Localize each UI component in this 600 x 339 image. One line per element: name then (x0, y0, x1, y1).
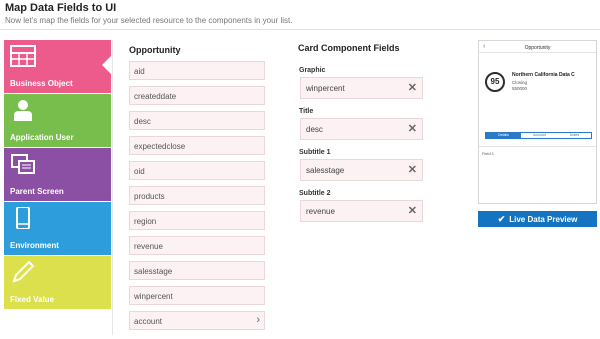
field-item[interactable]: products (129, 186, 265, 205)
preview-card-title: Northern California Data C (512, 72, 575, 78)
phone-icon (16, 207, 30, 229)
field-item[interactable]: revenue (129, 236, 265, 255)
field-label: winpercent (134, 292, 173, 301)
slot-value: salesstage (306, 166, 345, 175)
remove-icon[interactable]: ✕ (408, 81, 417, 94)
field-label: revenue (134, 242, 163, 251)
slot-subtitle-1[interactable]: salesstage ✕ (300, 159, 423, 181)
field-item[interactable]: desc (129, 111, 265, 130)
slot-label: Subtitle 2 (299, 190, 331, 197)
preview-title-bar: ‹ Opportunity (479, 41, 596, 53)
field-item[interactable]: region (129, 211, 265, 230)
remove-icon[interactable]: ✕ (408, 163, 417, 176)
card-fields-title: Card Component Fields (298, 43, 400, 53)
slot-label: Title (299, 108, 314, 115)
slot-label: Graphic (299, 67, 326, 74)
field-label: region (134, 217, 157, 226)
preview-card-subtitle-2: 550000 (512, 86, 528, 91)
slot-value: desc (306, 125, 323, 134)
preview-tab-notes: Notes (569, 133, 580, 137)
field-label: createddate (134, 92, 177, 101)
field-item[interactable]: expectedclose (129, 136, 265, 155)
source-label: Application User (10, 133, 74, 142)
page-title: Map Data Fields to UI (5, 2, 117, 14)
preview-card-subtitle-1: Closing (512, 80, 528, 85)
slot-subtitle-2[interactable]: revenue ✕ (300, 200, 423, 222)
source-parent-screen[interactable]: Parent Screen (4, 148, 111, 201)
slot-graphic[interactable]: winpercent ✕ (300, 77, 423, 99)
field-label: expectedclose (134, 142, 186, 151)
preview-tab-details: Details (486, 133, 521, 138)
source-environment[interactable]: Environment (4, 202, 111, 255)
source-fixed-value[interactable]: Fixed Value (4, 256, 111, 309)
preview-tab-account: Account (533, 133, 546, 137)
source-label: Environment (10, 241, 59, 250)
field-item[interactable]: aid (129, 61, 265, 80)
back-icon: ‹ (483, 43, 486, 50)
slot-value: winpercent (306, 84, 345, 93)
preview-screen-title: Opportunity (524, 45, 551, 51)
field-item[interactable]: oid (129, 161, 265, 180)
score-graphic: 95 (485, 72, 505, 92)
remove-icon[interactable]: ✕ (408, 122, 417, 135)
field-label: aid (134, 67, 145, 76)
live-data-preview-button[interactable]: ✔ Live Data Preview (478, 211, 597, 227)
field-label: oid (134, 167, 145, 176)
field-item-account[interactable]: account › (129, 311, 265, 330)
source-label: Parent Screen (10, 187, 64, 196)
source-label: Business Object (10, 79, 73, 88)
field-label: account (134, 317, 163, 326)
page-subtitle: Now let's map the fields for your select… (5, 16, 293, 25)
live-data-preview-label: Live Data Preview (509, 215, 578, 224)
chevron-right-icon[interactable]: › (256, 314, 260, 326)
slot-label: Subtitle 1 (299, 149, 331, 156)
source-business-object[interactable]: Business Object (4, 40, 111, 93)
remove-icon[interactable]: ✕ (408, 204, 417, 217)
preview-tabs: Details Account Notes (485, 132, 592, 139)
pencil-icon (12, 261, 35, 283)
header-divider (0, 29, 600, 30)
field-label: salesstage (134, 267, 173, 276)
table-icon (10, 45, 36, 67)
slot-value: revenue (306, 207, 335, 216)
source-application-user[interactable]: Application User (4, 94, 111, 147)
preview-divider (479, 146, 596, 147)
field-label: products (134, 192, 165, 201)
screens-icon (11, 154, 35, 174)
field-item[interactable]: salesstage (129, 261, 265, 280)
field-label: desc (134, 117, 151, 126)
phone-preview: ‹ Opportunity 95 Northern California Dat… (478, 40, 597, 204)
column-divider (112, 40, 113, 335)
user-icon (14, 100, 32, 121)
source-label: Fixed Value (10, 295, 55, 304)
field-item[interactable]: winpercent (129, 286, 265, 305)
checkmark-icon: ✔ (497, 214, 506, 224)
preview-field-row: Field 1 (482, 151, 495, 156)
slot-title[interactable]: desc ✕ (300, 118, 423, 140)
opportunity-title: Opportunity (129, 45, 181, 55)
field-item[interactable]: createddate (129, 86, 265, 105)
